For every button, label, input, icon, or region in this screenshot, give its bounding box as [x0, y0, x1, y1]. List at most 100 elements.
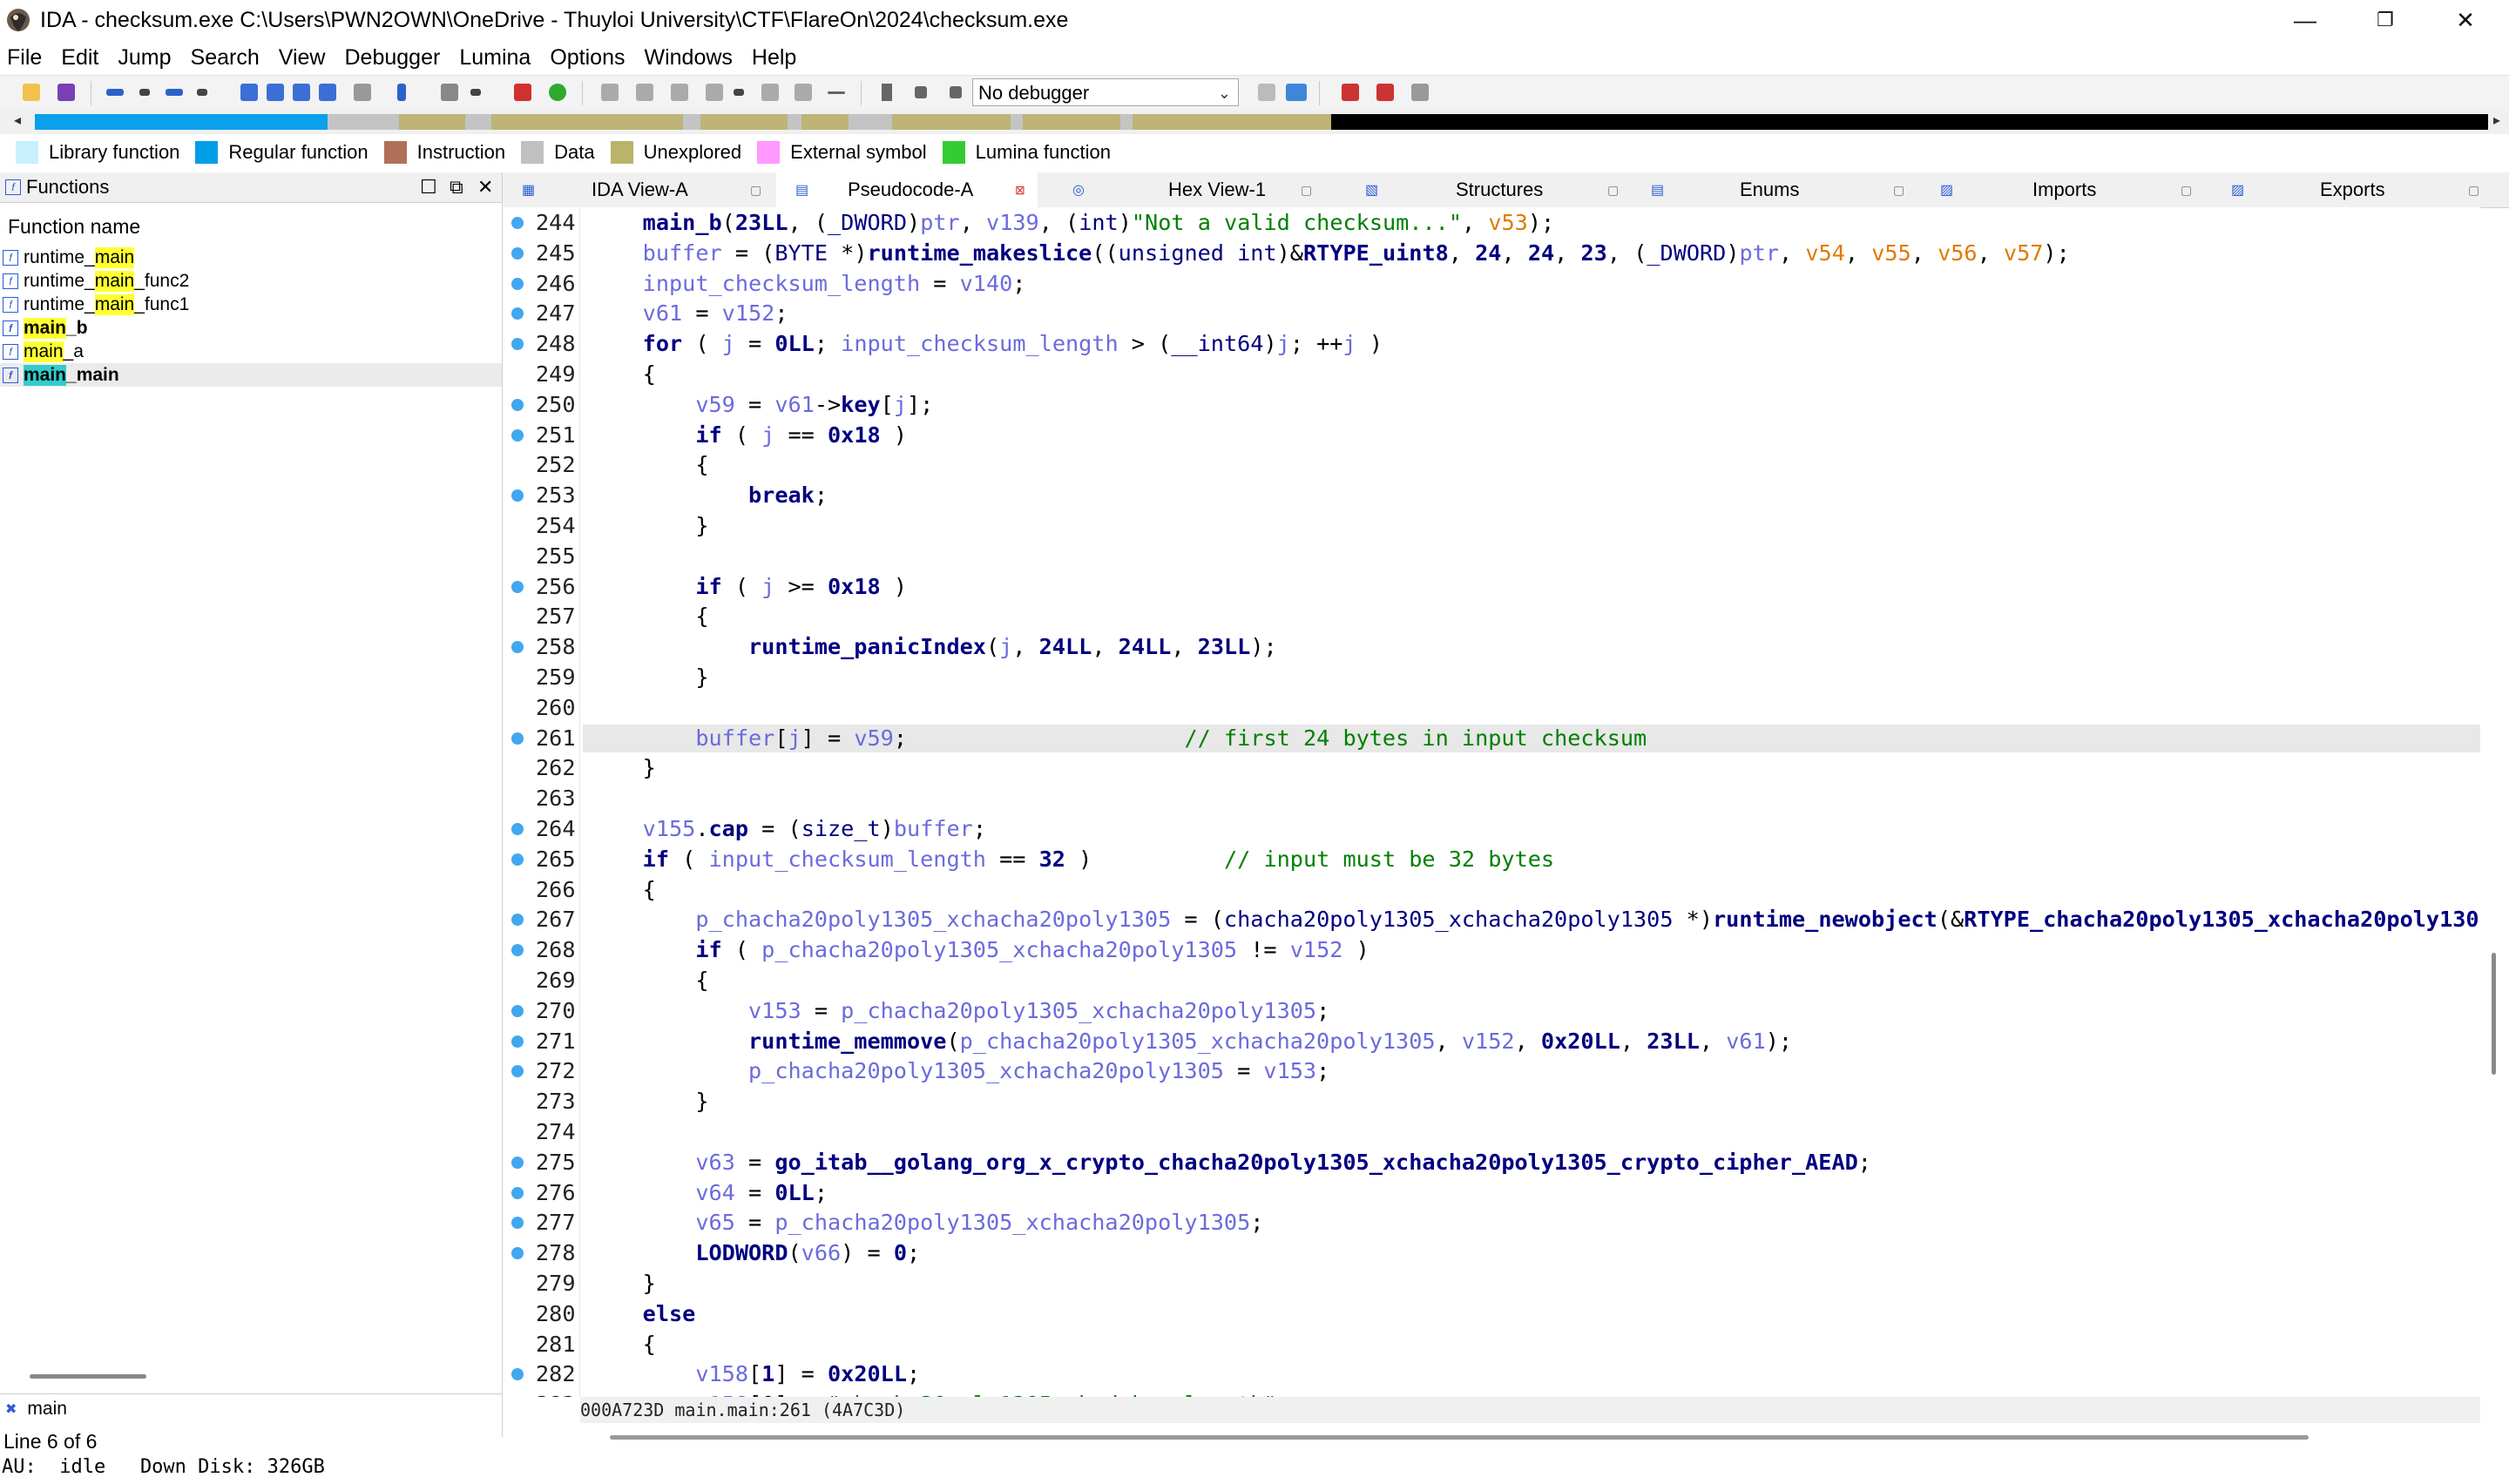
code-line[interactable]: 245 buffer = (BYTE *)runtime_makeslice((…: [503, 239, 2480, 267]
code-line[interactable]: 250 v59 = v61->key[j];: [503, 391, 2480, 419]
breakpoint-dot-icon[interactable]: [511, 338, 524, 351]
code-text[interactable]: v155.cap = (size_t)buffer;: [583, 815, 2480, 843]
code-text[interactable]: v158[1] = 0x20LL;: [583, 1360, 2480, 1388]
cross-ref3-icon[interactable]: [293, 84, 310, 101]
delete-icon[interactable]: [828, 91, 845, 94]
code-line[interactable]: 252 {: [503, 451, 2480, 479]
code-line[interactable]: 251 if ( j == 0x18 ): [503, 422, 2480, 449]
restore-button[interactable]: ❐: [2345, 0, 2425, 40]
breakpoint-dot-icon[interactable]: [511, 1247, 524, 1260]
code-line[interactable]: 268 if ( p_chacha20poly1305_xchacha20pol…: [503, 936, 2480, 964]
code-text[interactable]: runtime_panicIndex(j, 24LL, 24LL, 23LL);: [583, 633, 2480, 661]
code-line[interactable]: 261 buffer[j] = v59; // first 24 bytes i…: [503, 724, 2480, 752]
menu-options[interactable]: Options: [550, 45, 625, 71]
run-script-icon[interactable]: [549, 84, 566, 101]
code-line[interactable]: 270 v153 = p_chacha20poly1305_xchacha20p…: [503, 997, 2480, 1025]
tab-close-icon[interactable]: ▢: [750, 183, 761, 198]
code-line[interactable]: 281 {: [503, 1331, 2480, 1359]
code-text[interactable]: buffer[j] = v59; // first 24 bytes in in…: [583, 724, 2480, 752]
breakpoint-dot-icon[interactable]: [511, 580, 524, 593]
navigation-band[interactable]: ◂ ▸: [0, 110, 2509, 134]
code-line[interactable]: 277 v65 = p_chacha20poly1305_xchacha20po…: [503, 1209, 2480, 1237]
breakpoint-dot-icon[interactable]: [511, 1004, 524, 1017]
breakpoint-dot-icon[interactable]: [511, 307, 524, 320]
patch4-icon[interactable]: [706, 84, 723, 101]
cross-ref-icon[interactable]: [240, 84, 258, 101]
back-dropdown-icon[interactable]: [139, 89, 150, 96]
menu-search[interactable]: Search: [191, 45, 260, 71]
pseudocode-view[interactable]: 244 main_b(23LL, (_DWORD)ptr, v139, (int…: [503, 207, 2480, 1397]
navigation-strip[interactable]: [35, 114, 2488, 130]
tab-close-icon[interactable]: ▢: [2468, 183, 2479, 198]
close-panel-icon[interactable]: ✕: [477, 176, 493, 199]
code-line[interactable]: 258 runtime_panicIndex(j, 24LL, 24LL, 23…: [503, 633, 2480, 661]
code-line[interactable]: 254 }: [503, 512, 2480, 540]
code-text[interactable]: for ( j = 0LL; input_checksum_length > (…: [583, 330, 2480, 358]
code-text[interactable]: v61 = v152;: [583, 300, 2480, 327]
stop-icon[interactable]: [950, 86, 962, 98]
breakpoint-dot-icon[interactable]: [511, 944, 524, 957]
code-line[interactable]: 269 {: [503, 967, 2480, 995]
patch6-icon[interactable]: [795, 84, 812, 101]
menu-lumina[interactable]: Lumina: [459, 45, 531, 71]
code-text[interactable]: else: [583, 1300, 2480, 1328]
code-line[interactable]: 273 }: [503, 1088, 2480, 1116]
cross-ref4-icon[interactable]: [319, 84, 336, 101]
function-list-item-selected[interactable]: f main _main: [0, 363, 502, 387]
breakpoint-dot-icon[interactable]: [511, 246, 524, 260]
breakpoint-dot-icon[interactable]: [511, 217, 524, 229]
function-list-item[interactable]: f main _b: [0, 316, 502, 340]
tab-pseudocode-a[interactable]: ▤ Pseudocode-A ⊠: [776, 172, 1038, 207]
code-line[interactable]: 271 runtime_memmove(p_chacha20poly1305_x…: [503, 1028, 2480, 1056]
tab-structures[interactable]: ▧ Structures ▢: [1330, 172, 1619, 207]
code-line[interactable]: 282 v158[1] = 0x20LL;: [503, 1360, 2480, 1388]
code-text[interactable]: v63 = go_itab__golang_org_x_crypto_chach…: [583, 1149, 2480, 1177]
function-list-item[interactable]: f runtime_ main: [0, 246, 502, 269]
code-line[interactable]: 264 v155.cap = (size_t)buffer;: [503, 815, 2480, 843]
code-line[interactable]: 253 break;: [503, 482, 2480, 509]
menu-edit[interactable]: Edit: [61, 45, 98, 71]
tab-enums[interactable]: ▤ Enums ▢: [1618, 172, 1905, 207]
code-text[interactable]: v158[0] = "chacha20poly1305: bad key len…: [583, 1391, 2480, 1397]
code-line[interactable]: 257 {: [503, 603, 2480, 631]
back-arrow-icon[interactable]: [106, 89, 124, 96]
code-line[interactable]: 275 v63 = go_itab__golang_org_x_crypto_c…: [503, 1149, 2480, 1177]
cross-ref2-icon[interactable]: [267, 84, 284, 101]
forward-arrow-icon[interactable]: [166, 89, 183, 96]
code-text[interactable]: v64 = 0LL;: [583, 1179, 2480, 1207]
breakpoint-dot-icon[interactable]: [511, 914, 524, 927]
bookmark-icon[interactable]: [354, 84, 371, 101]
open-icon[interactable]: [23, 84, 40, 101]
code-line[interactable]: 278 LODWORD(v66) = 0;: [503, 1239, 2480, 1267]
code-line[interactable]: 267 p_chacha20poly1305_xchacha20poly1305…: [503, 906, 2480, 934]
patch-icon[interactable]: [601, 84, 619, 101]
code-text[interactable]: if ( p_chacha20poly1305_xchacha20poly130…: [583, 936, 2480, 964]
filter-clear-icon[interactable]: ✖: [5, 1400, 17, 1418]
code-line[interactable]: 279 }: [503, 1270, 2480, 1298]
save-icon[interactable]: [57, 84, 75, 101]
code-text[interactable]: LODWORD(v66) = 0;: [583, 1239, 2480, 1267]
code-text[interactable]: v59 = v61->key[j];: [583, 391, 2480, 419]
menu-jump[interactable]: Jump: [118, 45, 171, 71]
code-text[interactable]: if ( j == 0x18 ): [583, 422, 2480, 449]
code-text[interactable]: }: [583, 512, 2480, 540]
code-text[interactable]: v153 = p_chacha20poly1305_xchacha20poly1…: [583, 997, 2480, 1025]
functions-filter[interactable]: ✖ main: [0, 1393, 502, 1424]
code-text[interactable]: input_checksum_length = v140;: [583, 270, 2480, 298]
breakpoint-dot-icon[interactable]: [511, 1186, 524, 1199]
code-line[interactable]: 266 {: [503, 876, 2480, 904]
code-text[interactable]: }: [583, 1270, 2480, 1298]
code-line[interactable]: 262 }: [503, 754, 2480, 782]
minimize-button[interactable]: —: [2265, 0, 2345, 40]
float-panel-icon[interactable]: ⧉: [450, 176, 463, 199]
menu-help[interactable]: Help: [752, 45, 796, 71]
attach-icon[interactable]: [1258, 84, 1275, 101]
code-text[interactable]: {: [583, 603, 2480, 631]
code-text[interactable]: p_chacha20poly1305_xchacha20poly1305 = (…: [583, 906, 2480, 934]
function-list-item[interactable]: f main _a: [0, 340, 502, 363]
code-text[interactable]: main_b(23LL, (_DWORD)ptr, v139, (int)"No…: [583, 209, 2480, 237]
breakpoint-dot-icon[interactable]: [511, 853, 524, 866]
tab-imports[interactable]: ▨ Imports ▢: [1905, 172, 2193, 207]
tab-close-icon[interactable]: ▢: [2181, 183, 2192, 198]
code-line[interactable]: 255: [503, 543, 2480, 570]
